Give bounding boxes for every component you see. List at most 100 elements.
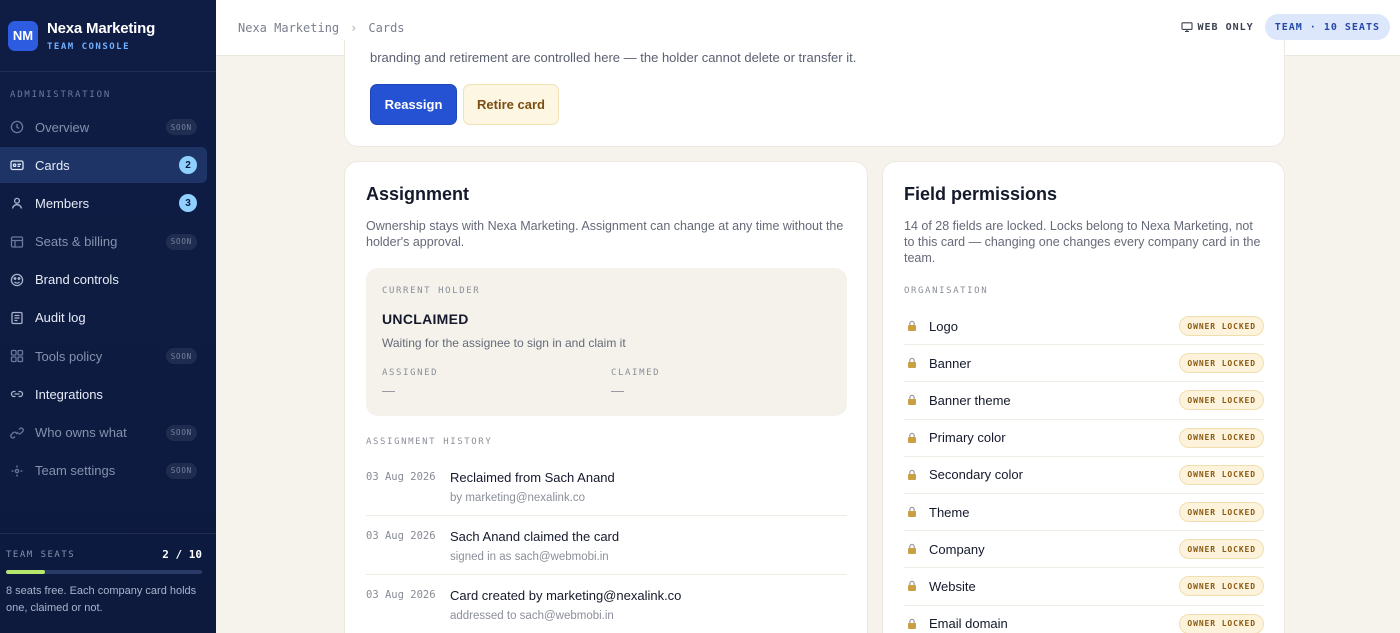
history-title: Card created by marketing@nexalink.co — [450, 588, 682, 603]
soon-tag: SOON — [165, 119, 197, 135]
sidebar-item-seats-billing[interactable]: Seats & billing SOON — [0, 224, 207, 260]
lock-icon — [908, 581, 916, 592]
sidebar-item-members[interactable]: Members 3 — [0, 185, 207, 221]
permission-row-banner[interactable]: Banner OWNER LOCKED — [904, 345, 1264, 383]
soon-tag: SOON — [165, 233, 197, 250]
permission-row-banner-theme[interactable]: Banner theme OWNER LOCKED — [904, 382, 1264, 420]
sidebar-nav: Overview SOON Cards 2 Members 3 Seats & … — [0, 109, 216, 489]
history-date: 03 Aug 2026 — [366, 589, 436, 601]
permission-field-name: Secondary color — [929, 467, 1023, 483]
assignment-panel: Assignment Ownership stays with Nexa Mar… — [344, 161, 868, 633]
field-permissions-description: 14 of 28 fields are locked. Locks belong… — [904, 219, 1261, 265]
assigned-label: ASSIGNED — [382, 368, 439, 378]
history-item: 03 Aug 2026 Sach Anand claimed the card … — [366, 516, 847, 575]
sidebar-item-integrations[interactable]: Integrations — [0, 376, 207, 412]
sidebar-item-audit-log[interactable]: Audit log — [0, 300, 207, 336]
owner-locked-badge: OWNER LOCKED — [1179, 390, 1264, 411]
count-badge: 2 — [179, 156, 197, 175]
link-icon — [10, 387, 24, 401]
lock-icon — [908, 469, 916, 480]
assignment-title: Assignment — [366, 184, 470, 204]
team-seats-label: TEAM SEATS — [6, 549, 76, 560]
permission-row-company[interactable]: Company OWNER LOCKED — [904, 531, 1264, 569]
brand-subtitle: TEAM CONSOLE — [47, 41, 131, 52]
lock-icon — [908, 320, 916, 332]
permission-row-primary-color[interactable]: Primary color OWNER LOCKED — [904, 420, 1264, 457]
current-holder-box: CURRENT HOLDER UNCLAIMED Waiting for the… — [366, 268, 847, 416]
organisation-group-label: ORGANISATION — [904, 286, 989, 296]
sidebar-item-label: Who owns what — [35, 425, 127, 440]
team-seats-note: 8 seats free. Each company card holds on… — [6, 585, 197, 614]
permission-row-secondary-color[interactable]: Secondary color OWNER LOCKED — [904, 457, 1264, 494]
reassign-button[interactable]: Reassign — [370, 84, 457, 125]
sidebar-item-label: Team settings — [35, 463, 116, 479]
sidebar-item-overview[interactable]: Overview SOON — [0, 109, 207, 145]
permission-row-theme[interactable]: Theme OWNER LOCKED — [904, 494, 1264, 532]
field-permissions-title: Field permissions — [904, 184, 1058, 204]
field-permissions-panel: Field permissions 14 of 28 fields are lo… — [882, 161, 1285, 633]
owner-locked-badge: OWNER LOCKED — [1179, 464, 1264, 485]
lock-icon — [908, 506, 916, 518]
soon-tag: SOON — [165, 424, 197, 441]
owner-locked-badge: OWNER LOCKED — [1179, 427, 1264, 448]
sidebar-item-who-owns-what[interactable]: Who owns what SOON — [0, 415, 207, 451]
sidebar-item-label: Integrations — [35, 386, 103, 402]
current-holder-note: Waiting for the assignee to sign in and … — [382, 336, 626, 350]
assigned-value: — — [382, 383, 395, 398]
lock-icon — [908, 544, 916, 555]
team-seats-pill[interactable]: TEAM · 10 SEATS — [1264, 14, 1390, 40]
lock-icon — [908, 358, 916, 369]
sidebar-item-brand-controls[interactable]: Brand controls — [0, 262, 207, 298]
sidebar-item-team-settings[interactable]: Team settings SOON — [0, 453, 207, 489]
permission-field-name: Email domain — [929, 616, 1008, 632]
breadcrumb-item-team[interactable]: Nexa Marketing — [238, 21, 339, 35]
sidebar-section-label: ADMINISTRATION — [10, 90, 112, 100]
sidebar-item-label: Cards — [35, 157, 70, 173]
owner-locked-badge: OWNER LOCKED — [1179, 539, 1264, 560]
permission-row-logo[interactable]: Logo OWNER LOCKED — [904, 308, 1264, 346]
assignment-history-label: ASSIGNMENT HISTORY — [366, 437, 493, 447]
brand-logo: NM — [8, 20, 38, 51]
retire-card-button[interactable]: Retire card — [463, 84, 559, 125]
brand[interactable]: NM Nexa Marketing TEAM CONSOLE — [0, 0, 216, 72]
history-title: Reclaimed from Sach Anand — [450, 470, 615, 485]
sidebar-item-label: Seats & billing — [35, 234, 118, 250]
permission-field-name: Theme — [929, 504, 970, 520]
current-holder-label: CURRENT HOLDER — [382, 286, 481, 296]
log-icon — [10, 311, 24, 325]
breadcrumb-separator: › — [350, 20, 358, 35]
permission-field-name: Primary color — [929, 430, 1006, 446]
brand-name: Nexa Marketing — [47, 19, 156, 37]
sidebar-item-label: Brand controls — [35, 272, 119, 288]
sidebar-item-label: Tools policy — [35, 348, 103, 364]
web-only-indicator: WEB ONLY — [1180, 21, 1254, 33]
breadcrumb-item-cards[interactable]: Cards — [368, 21, 404, 35]
permission-field-name: Banner theme — [929, 392, 1011, 408]
history-date: 03 Aug 2026 — [366, 530, 436, 542]
web-only-label: WEB ONLY — [1197, 21, 1254, 33]
lock-icon — [908, 395, 916, 406]
soon-tag: SOON — [165, 462, 197, 479]
owner-locked-badge: OWNER LOCKED — [1179, 353, 1264, 374]
count-badge: 3 — [179, 194, 197, 213]
history-subtitle: addressed to sach@webmobi.in — [450, 610, 614, 622]
permission-row-email-domain[interactable]: Email domain OWNER LOCKED — [904, 606, 1264, 633]
breadcrumb: Nexa Marketing › Cards — [238, 21, 405, 35]
chain-icon — [10, 426, 24, 440]
permission-row-website[interactable]: Website OWNER LOCKED — [904, 568, 1264, 606]
sidebar-item-tools-policy[interactable]: Tools policy SOON — [0, 338, 207, 374]
history-item: 03 Aug 2026 Reclaimed from Sach Anand by… — [366, 457, 847, 516]
history-subtitle: by marketing@nexalink.co — [450, 492, 586, 504]
soon-tag: SOON — [165, 348, 197, 365]
permission-field-name: Logo — [929, 318, 958, 334]
monitor-icon — [1180, 22, 1193, 33]
history-subtitle: signed in as sach@webmobi.in — [450, 551, 609, 563]
sidebar-item-cards[interactable]: Cards 2 — [0, 147, 207, 184]
owner-locked-badge: OWNER LOCKED — [1179, 576, 1264, 597]
billing-icon — [10, 235, 24, 249]
field-permissions-list: Logo OWNER LOCKED Banner OWNER LOCKED Ba… — [904, 308, 1264, 633]
card-actions-panel: branding and retirement are controlled h… — [344, 40, 1285, 147]
sidebar-item-label: Overview — [35, 119, 90, 135]
user-icon — [10, 196, 24, 210]
current-holder-state: UNCLAIMED — [382, 311, 469, 327]
